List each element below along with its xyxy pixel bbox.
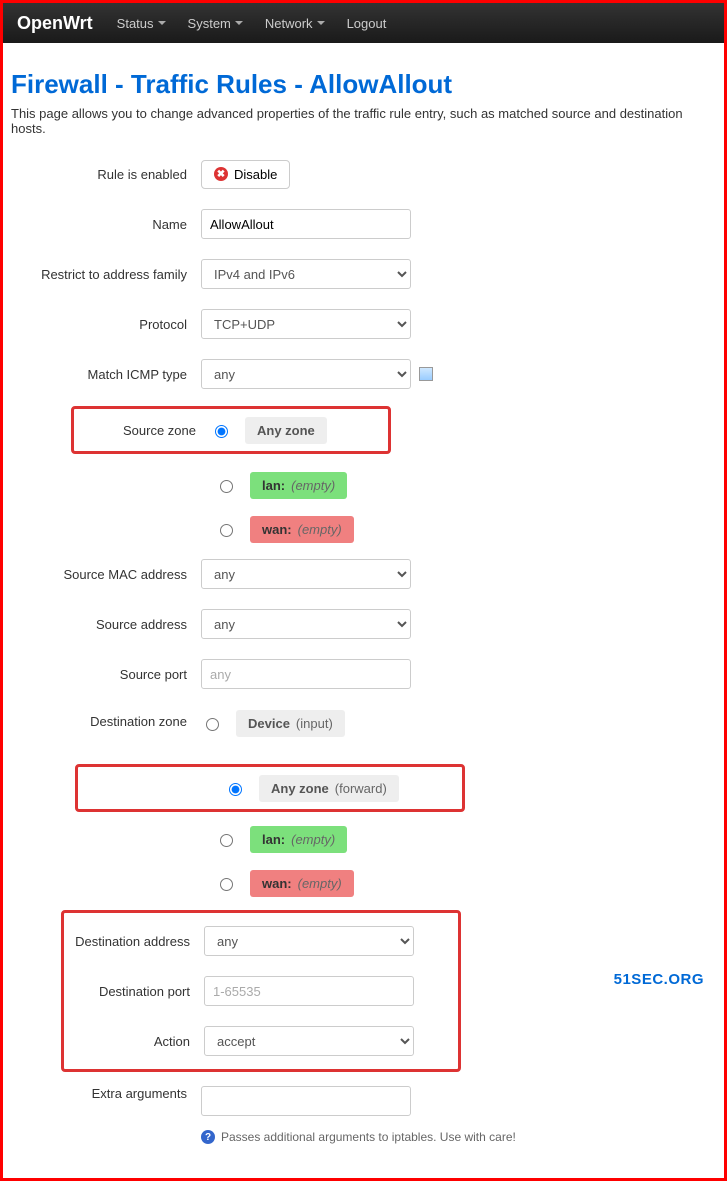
zone-device: Device (input) xyxy=(236,710,345,737)
label-src-port: Source port xyxy=(11,667,201,682)
family-select[interactable]: IPv4 and IPv6 xyxy=(201,259,411,289)
src-addr-select[interactable]: any xyxy=(201,609,411,639)
srczone-radio-wan[interactable] xyxy=(220,524,233,537)
srczone-radio-any[interactable] xyxy=(215,425,228,438)
action-select[interactable]: accept xyxy=(204,1026,414,1056)
dst-addr-select[interactable]: any xyxy=(204,926,414,956)
src-mac-select[interactable]: any xyxy=(201,559,411,589)
name-input[interactable] xyxy=(201,209,411,239)
label-name: Name xyxy=(11,217,201,232)
dst-port-input[interactable] xyxy=(204,976,414,1006)
nav-status[interactable]: Status xyxy=(117,16,166,31)
nav-network[interactable]: Network xyxy=(265,16,325,31)
caret-icon xyxy=(235,21,243,25)
label-rule-enabled: Rule is enabled xyxy=(11,167,201,182)
protocol-select[interactable]: TCP+UDP xyxy=(201,309,411,339)
zone-wan-dst: wan: (empty) xyxy=(250,870,354,897)
watermark: 51SEC.ORG xyxy=(614,971,704,988)
label-src-mac: Source MAC address xyxy=(11,567,201,582)
srczone-radio-lan[interactable] xyxy=(220,480,233,493)
label-protocol: Protocol xyxy=(11,317,201,332)
dstzone-radio-any[interactable] xyxy=(229,783,242,796)
label-src-addr: Source address xyxy=(11,617,201,632)
brand: OpenWrt xyxy=(17,13,93,34)
add-icon[interactable] xyxy=(419,367,433,381)
caret-icon xyxy=(317,21,325,25)
info-icon: ? xyxy=(201,1130,215,1144)
dstzone-radio-device[interactable] xyxy=(206,718,219,731)
nav-system[interactable]: System xyxy=(188,16,243,31)
dstzone-radio-wan[interactable] xyxy=(220,878,233,891)
label-source-zone: Source zone xyxy=(80,423,210,438)
label-action: Action xyxy=(74,1034,204,1049)
dstzone-radio-lan[interactable] xyxy=(220,834,233,847)
label-icmp: Match ICMP type xyxy=(11,367,201,382)
src-port-input[interactable] xyxy=(201,659,411,689)
navbar: OpenWrt Status System Network Logout xyxy=(3,3,724,43)
label-family: Restrict to address family xyxy=(11,267,201,282)
zone-lan-dst: lan: (empty) xyxy=(250,826,347,853)
disable-icon: ✖ xyxy=(214,167,228,181)
page-description: This page allows you to change advanced … xyxy=(11,106,716,136)
icmp-select[interactable]: any xyxy=(201,359,411,389)
zone-lan: lan: (empty) xyxy=(250,472,347,499)
zone-any: Any zone xyxy=(245,417,327,444)
caret-icon xyxy=(158,21,166,25)
label-dst-port: Destination port xyxy=(74,984,204,999)
page-title: Firewall - Traffic Rules - AllowAllout xyxy=(11,69,716,100)
nav-logout[interactable]: Logout xyxy=(347,16,387,31)
disable-button[interactable]: ✖ Disable xyxy=(201,160,290,189)
extra-hint: ? Passes additional arguments to iptable… xyxy=(201,1130,516,1144)
zone-wan: wan: (empty) xyxy=(250,516,354,543)
extra-input[interactable] xyxy=(201,1086,411,1116)
label-extra: Extra arguments xyxy=(11,1086,201,1101)
label-dst-addr: Destination address xyxy=(74,934,204,949)
zone-any-forward: Any zone (forward) xyxy=(259,775,399,802)
label-dst-zone: Destination zone xyxy=(11,706,201,729)
